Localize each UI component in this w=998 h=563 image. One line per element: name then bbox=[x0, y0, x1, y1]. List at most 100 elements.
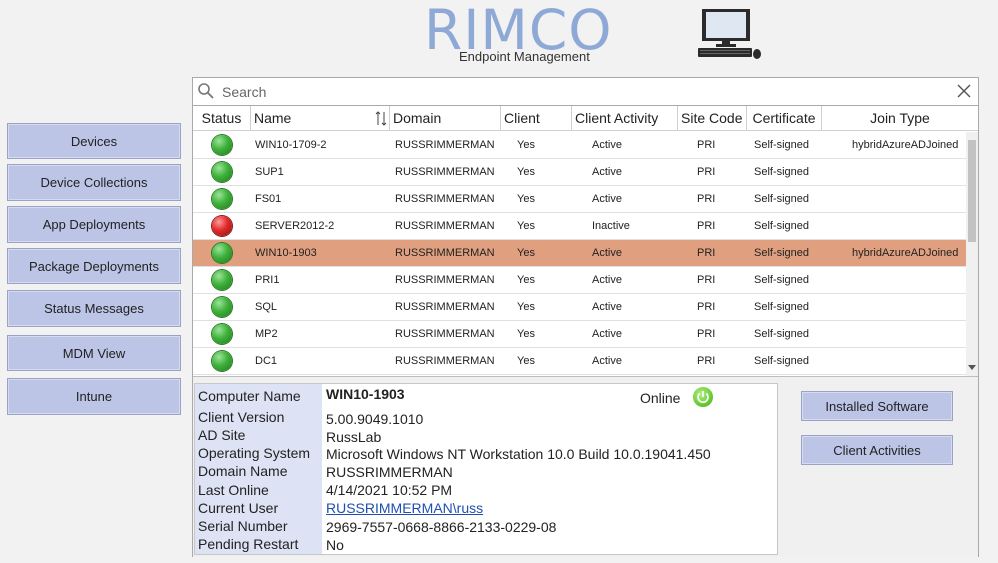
desktop-computer-icon bbox=[698, 9, 761, 59]
cell-certificate: Self-signed bbox=[754, 355, 810, 367]
vertical-scrollbar[interactable] bbox=[966, 132, 978, 376]
serial-number-label: Serial Number bbox=[198, 518, 288, 534]
cell-certificate: Self-signed bbox=[754, 139, 810, 151]
search-input[interactable] bbox=[220, 81, 944, 103]
last-online-label: Last Online bbox=[198, 482, 269, 498]
status-active-icon bbox=[212, 189, 232, 209]
online-status-label: Online bbox=[640, 390, 681, 406]
table-row[interactable]: PRI1 RUSSRIMMERMAN Yes Active PRI Self-signed bbox=[193, 267, 966, 294]
cell-site-code: PRI bbox=[697, 301, 716, 313]
cell-certificate: Self-signed bbox=[754, 220, 810, 232]
computer-name-label: Computer Name bbox=[198, 388, 301, 404]
cell-client: Yes bbox=[517, 328, 535, 340]
status-active-icon bbox=[212, 243, 232, 263]
status-active-icon bbox=[212, 135, 232, 155]
sort-icon[interactable] bbox=[375, 110, 387, 127]
table-row[interactable]: FS01 RUSSRIMMERMAN Yes Active PRI Self-signed bbox=[193, 186, 966, 213]
scrollbar-thumb[interactable] bbox=[968, 140, 976, 242]
cell-client: Yes bbox=[517, 355, 535, 367]
column-header-join-type[interactable]: Join Type bbox=[822, 106, 978, 131]
column-header-client[interactable]: Client bbox=[501, 106, 572, 131]
cell-domain: RUSSRIMMERMAN bbox=[395, 355, 495, 367]
client-activities-button[interactable]: Client Activities bbox=[801, 435, 953, 465]
client-version-value: 5.00.9049.1010 bbox=[326, 411, 424, 427]
close-icon[interactable] bbox=[955, 82, 973, 100]
sidebar-item-device-collections[interactable]: Device Collections bbox=[7, 164, 181, 201]
cell-client: Yes bbox=[517, 220, 535, 232]
table-row[interactable]: WIN10-1709-2 RUSSRIMMERMAN Yes Active PRI Sel… bbox=[193, 132, 966, 159]
ad-site-value: RussLab bbox=[326, 429, 382, 445]
column-header-domain[interactable]: Domain bbox=[390, 106, 501, 131]
column-header-client-activity[interactable]: Client Activity bbox=[572, 106, 678, 131]
column-header-label: Site Code bbox=[681, 110, 743, 126]
cell-name: PRI1 bbox=[255, 274, 280, 286]
cell-client-activity: Active bbox=[592, 166, 622, 178]
cell-certificate: Self-signed bbox=[754, 166, 810, 178]
cell-client: Yes bbox=[517, 301, 535, 313]
column-header-label: Client bbox=[504, 110, 540, 126]
table-row[interactable]: SERVER2012-2 RUSSRIMMERMAN Yes Inactive PRI S… bbox=[193, 213, 966, 240]
domain-name-label: Domain Name bbox=[198, 463, 288, 479]
cell-certificate: Self-signed bbox=[754, 301, 810, 313]
power-icon bbox=[693, 387, 713, 407]
table-row[interactable]: WIN10-1903 RUSSRIMMERMAN Yes Active PRI Self-… bbox=[193, 240, 966, 267]
sidebar-item-devices[interactable]: Devices bbox=[7, 123, 181, 159]
serial-number-value: 2969-7557-0668-8866-2133-0229-08 bbox=[326, 519, 557, 535]
operating-system-value: Microsoft Windows NT Workstation 10.0 Bu… bbox=[326, 446, 711, 462]
column-header-label: Status bbox=[201, 110, 242, 126]
cell-client: Yes bbox=[517, 139, 535, 151]
sidebar-item-mdm-view[interactable]: MDM View bbox=[7, 335, 181, 371]
table-row[interactable]: DC1 RUSSRIMMERMAN Yes Active PRI Self-signed bbox=[193, 348, 966, 375]
cell-name: SUP1 bbox=[255, 166, 284, 178]
cell-certificate: Self-signed bbox=[754, 193, 810, 205]
sidebar-item-status-messages[interactable]: Status Messages bbox=[7, 290, 181, 327]
last-online-value: 4/14/2021 10:52 PM bbox=[326, 482, 453, 498]
device-details-panel: Computer Name WIN10-1903 Online Client V… bbox=[193, 376, 978, 557]
current-user-link[interactable]: RUSSRIMMERMAN\russ bbox=[326, 500, 483, 516]
column-header-site-code[interactable]: Site Code bbox=[678, 106, 747, 131]
scroll-down-arrow-icon[interactable] bbox=[968, 365, 976, 370]
cell-client-activity: Inactive bbox=[592, 220, 630, 232]
sidebar-item-intune[interactable]: Intune bbox=[7, 378, 181, 415]
pending-restart-label: Pending Restart bbox=[198, 536, 299, 552]
cell-join-type: hybridAzureADJoined bbox=[852, 247, 959, 259]
cell-site-code: PRI bbox=[697, 274, 716, 286]
cell-client-activity: Active bbox=[592, 301, 622, 313]
logo-subtitle: Endpoint Management bbox=[459, 49, 590, 64]
cell-site-code: PRI bbox=[697, 328, 716, 340]
column-header-name[interactable]: Name bbox=[251, 106, 390, 131]
cell-client-activity: Active bbox=[592, 247, 622, 259]
cell-certificate: Self-signed bbox=[754, 247, 810, 259]
cell-client-activity: Active bbox=[592, 139, 622, 151]
status-inactive-icon bbox=[212, 216, 232, 236]
cell-client-activity: Active bbox=[592, 274, 622, 286]
cell-site-code: PRI bbox=[697, 193, 716, 205]
computer-name-value: WIN10-1903 bbox=[326, 386, 405, 402]
status-active-icon bbox=[212, 297, 232, 317]
cell-name: WIN10-1903 bbox=[255, 247, 317, 259]
column-header-certificate[interactable]: Certificate bbox=[747, 106, 822, 131]
cell-client: Yes bbox=[517, 166, 535, 178]
cell-site-code: PRI bbox=[697, 139, 716, 151]
sidebar-item-app-deployments[interactable]: App Deployments bbox=[7, 206, 181, 243]
search-icon bbox=[198, 83, 214, 99]
search-bar bbox=[193, 78, 978, 106]
table-row[interactable]: SUP1 RUSSRIMMERMAN Yes Active PRI Self-signed bbox=[193, 159, 966, 186]
cell-domain: RUSSRIMMERMAN bbox=[395, 301, 495, 313]
column-header-label: Certificate bbox=[752, 110, 816, 126]
cell-domain: RUSSRIMMERMAN bbox=[395, 193, 495, 205]
installed-software-button[interactable]: Installed Software bbox=[801, 391, 953, 421]
column-header-status[interactable]: Status bbox=[193, 106, 251, 131]
column-header-label: Name bbox=[254, 110, 292, 126]
column-header-label: Domain bbox=[393, 110, 442, 126]
table-row[interactable]: SQL RUSSRIMMERMAN Yes Active PRI Self-signed bbox=[193, 294, 966, 321]
table-row[interactable]: MP2 RUSSRIMMERMAN Yes Active PRI Self-signed bbox=[193, 321, 966, 348]
cell-certificate: Self-signed bbox=[754, 274, 810, 286]
column-header-label: Client Activity bbox=[575, 110, 659, 126]
current-user-label: Current User bbox=[198, 500, 279, 516]
cell-name: SQL bbox=[255, 301, 278, 313]
status-active-icon bbox=[212, 324, 232, 344]
column-header-label: Join Type bbox=[870, 110, 930, 126]
cell-site-code: PRI bbox=[697, 247, 716, 259]
sidebar-item-package-deployments[interactable]: Package Deployments bbox=[7, 248, 181, 284]
